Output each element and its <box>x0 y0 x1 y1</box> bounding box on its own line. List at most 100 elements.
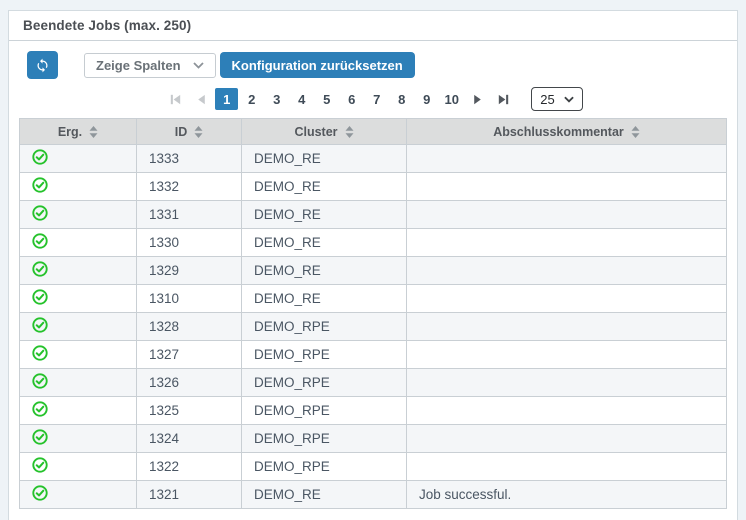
table-row[interactable]: 1333 DEMO_RE <box>20 145 727 173</box>
last-page-icon <box>496 92 511 107</box>
previous-page-button[interactable] <box>189 88 213 110</box>
column-header-cluster[interactable]: Cluster <box>242 119 407 145</box>
page-button-6[interactable]: 6 <box>340 88 363 110</box>
job-id-cell: 1330 <box>137 229 242 257</box>
sort-icon <box>345 126 354 138</box>
refresh-button[interactable] <box>27 51 58 79</box>
table-row[interactable]: 1331 DEMO_RE <box>20 201 727 229</box>
table-row[interactable]: 1327 DEMO_RPE <box>20 341 727 369</box>
page-size-select[interactable]: 25 <box>531 87 582 111</box>
sort-icon <box>631 126 640 138</box>
last-page-button[interactable] <box>491 88 515 110</box>
column-header-erg[interactable]: Erg. <box>20 119 137 145</box>
next-page-icon <box>470 92 485 107</box>
cluster-cell: DEMO_RE <box>242 145 407 173</box>
chevron-down-icon <box>564 96 574 103</box>
result-cell <box>20 257 137 285</box>
column-header-label: Abschlusskommentar <box>493 125 624 139</box>
result-cell <box>20 481 137 509</box>
cluster-cell: DEMO_RE <box>242 201 407 229</box>
page-button-10[interactable]: 10 <box>440 88 463 110</box>
result-cell <box>20 145 137 173</box>
check-circle-icon <box>32 485 48 501</box>
table-row[interactable]: 1330 DEMO_RE <box>20 229 727 257</box>
cluster-cell: DEMO_RE <box>242 257 407 285</box>
page-button-5[interactable]: 5 <box>315 88 338 110</box>
page-button-1[interactable]: 1 <box>215 88 238 110</box>
page-button-4[interactable]: 4 <box>290 88 313 110</box>
cluster-cell: DEMO_RE <box>242 285 407 313</box>
cluster-cell: DEMO_RE <box>242 229 407 257</box>
job-id-cell: 1329 <box>137 257 242 285</box>
table-row[interactable]: 1329 DEMO_RE <box>20 257 727 285</box>
job-id-cell: 1333 <box>137 145 242 173</box>
completed-jobs-panel: Beendete Jobs (max. 250) Zeige Spalten K… <box>8 10 738 520</box>
page-button-7[interactable]: 7 <box>365 88 388 110</box>
result-cell <box>20 173 137 201</box>
cluster-cell: DEMO_RE <box>242 173 407 201</box>
job-id-cell: 1327 <box>137 341 242 369</box>
pagination: 12345678910 25 <box>9 87 737 111</box>
job-id-cell: 1322 <box>137 453 242 481</box>
table-row[interactable]: 1324 DEMO_RPE <box>20 425 727 453</box>
job-id-cell: 1321 <box>137 481 242 509</box>
show-columns-dropdown[interactable]: Zeige Spalten <box>84 53 216 78</box>
comment-cell <box>407 173 727 201</box>
cluster-cell: DEMO_RPE <box>242 453 407 481</box>
table-row[interactable]: 1332 DEMO_RE <box>20 173 727 201</box>
check-circle-icon <box>32 177 48 193</box>
table-row[interactable]: 1310 DEMO_RE <box>20 285 727 313</box>
page-button-2[interactable]: 2 <box>240 88 263 110</box>
table-row[interactable]: 1325 DEMO_RPE <box>20 397 727 425</box>
comment-cell: Job successful. <box>407 481 727 509</box>
comment-cell <box>407 453 727 481</box>
check-circle-icon <box>32 205 48 221</box>
cluster-cell: DEMO_RPE <box>242 425 407 453</box>
column-header-abschlusskommentar[interactable]: Abschlusskommentar <box>407 119 727 145</box>
column-header-id[interactable]: ID <box>137 119 242 145</box>
page-size-value: 25 <box>540 92 554 107</box>
job-id-cell: 1331 <box>137 201 242 229</box>
check-circle-icon <box>32 457 48 473</box>
check-circle-icon <box>32 317 48 333</box>
page-button-8[interactable]: 8 <box>390 88 413 110</box>
table-row[interactable]: 1328 DEMO_RPE <box>20 313 727 341</box>
page-button-9[interactable]: 9 <box>415 88 438 110</box>
completed-jobs-table: Erg. ID Cluster Abschlusskommentar <box>19 118 727 509</box>
chevron-down-icon <box>193 62 204 69</box>
check-circle-icon <box>32 401 48 417</box>
check-circle-icon <box>32 149 48 165</box>
sort-icon <box>89 126 98 138</box>
table-header-row: Erg. ID Cluster Abschlusskommentar <box>20 119 727 145</box>
table-row[interactable]: 1322 DEMO_RPE <box>20 453 727 481</box>
comment-cell <box>407 425 727 453</box>
comment-cell <box>407 313 727 341</box>
reset-configuration-button[interactable]: Konfiguration zurücksetzen <box>220 52 415 78</box>
show-columns-label: Zeige Spalten <box>96 58 181 73</box>
result-cell <box>20 453 137 481</box>
table-row[interactable]: 1326 DEMO_RPE <box>20 369 727 397</box>
job-id-cell: 1310 <box>137 285 242 313</box>
first-page-button[interactable] <box>163 88 187 110</box>
check-circle-icon <box>32 261 48 277</box>
previous-page-icon <box>194 92 209 107</box>
comment-cell <box>407 201 727 229</box>
refresh-icon <box>35 58 50 73</box>
check-circle-icon <box>32 289 48 305</box>
result-cell <box>20 285 137 313</box>
job-id-cell: 1332 <box>137 173 242 201</box>
result-cell <box>20 397 137 425</box>
comment-cell <box>407 229 727 257</box>
result-cell <box>20 369 137 397</box>
column-header-label: Erg. <box>58 125 82 139</box>
cluster-cell: DEMO_RPE <box>242 369 407 397</box>
table-row[interactable]: 1321 DEMO_RE Job successful. <box>20 481 727 509</box>
job-id-cell: 1324 <box>137 425 242 453</box>
page-number-list: 12345678910 <box>215 88 463 110</box>
check-circle-icon <box>32 345 48 361</box>
cluster-cell: DEMO_RE <box>242 481 407 509</box>
sort-icon <box>194 126 203 138</box>
page-button-3[interactable]: 3 <box>265 88 288 110</box>
next-page-button[interactable] <box>465 88 489 110</box>
cluster-cell: DEMO_RPE <box>242 313 407 341</box>
